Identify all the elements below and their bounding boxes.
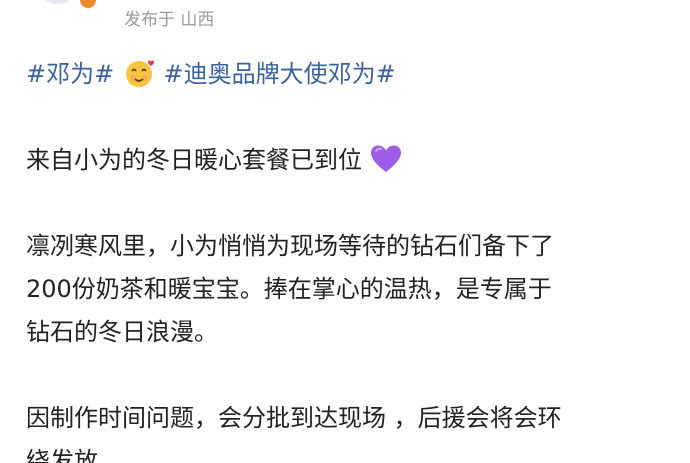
body-line: 钻石的冬日浪漫。 [26, 311, 666, 354]
weibo-post: 发布于 山西 #邓为# #迪奥品牌大使邓为# 来自小为的冬日暖心套餐已到位 凛冽… [0, 0, 690, 463]
topic-link-dior-ambassador[interactable]: #迪奥品牌大使邓为# [164, 60, 396, 88]
verified-badge-icon [80, 0, 96, 8]
post-location: 发布于 山西 [124, 10, 215, 30]
body-line: 绕发放 [26, 440, 666, 463]
body-line: 因制作时间问题，会分批到达现场 ，后援会将会环 [26, 397, 666, 440]
body-text: 200份奶茶和暖宝宝。捧在掌心的温热，是专属于 [26, 275, 552, 303]
body-text: 钻石的冬日浪漫。 [26, 318, 218, 346]
body-line: 凛冽寒风里，小为悄悄为现场等待的钻石们备下了 [26, 225, 666, 268]
body-line: 200份奶茶和暖宝宝。捧在掌心的温热，是专属于 [26, 268, 666, 311]
body-text: 因制作时间问题，会分批到达现场 ，后援会将会环 [26, 404, 562, 432]
topic-line: #邓为# #迪奥品牌大使邓为# [26, 53, 666, 96]
body-line: 来自小为的冬日暖心套餐已到位 [26, 139, 666, 182]
body-text: 来自小为的冬日暖心套餐已到位 [26, 146, 362, 174]
avatar[interactable] [36, 0, 80, 4]
heart-face-emoji-icon [122, 56, 156, 88]
purple-heart-icon [370, 144, 402, 174]
post-header: 发布于 山西 [0, 0, 690, 40]
body-text: 绕发放 [26, 447, 98, 463]
post-content: #邓为# #迪奥品牌大使邓为# 来自小为的冬日暖心套餐已到位 凛冽寒风里，小为悄… [26, 53, 666, 463]
topic-link-dengwei[interactable]: #邓为# [26, 60, 114, 88]
body-text: 凛冽寒风里，小为悄悄为现场等待的钻石们备下了 [26, 232, 554, 260]
